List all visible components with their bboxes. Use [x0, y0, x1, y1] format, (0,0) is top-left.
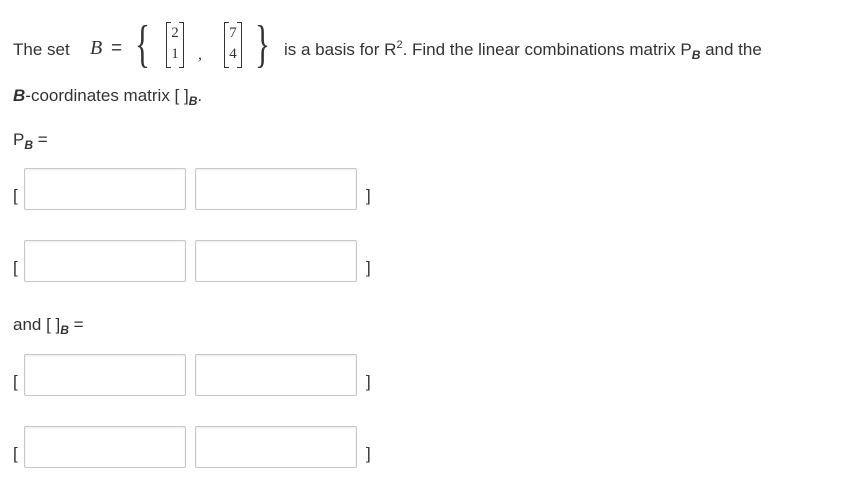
cb-row1-col2-input[interactable]	[195, 354, 357, 396]
cb-row2-close-bracket: ]	[366, 444, 371, 463]
cb-row2-open-bracket: [	[13, 444, 18, 463]
pb-row1-col1-input[interactable]	[24, 168, 186, 210]
right-brace-icon: }	[254, 16, 270, 73]
cb-row1-close-bracket: ]	[366, 372, 371, 391]
pb-row2-col1-input[interactable]	[24, 240, 186, 282]
vector-separator: ,	[198, 46, 202, 63]
question-line-2: B-coordinates matrix [ ]B.	[13, 86, 203, 108]
pb-row2-close-bracket: ]	[366, 258, 371, 277]
vector1-entry-1: 2	[171, 25, 179, 41]
set-symbol: B	[90, 37, 103, 59]
question-basis-text: is a basis for R2. Find the linear combi…	[284, 39, 762, 62]
vector2-entry-1: 7	[229, 25, 237, 41]
cb-row2-col2-input[interactable]	[195, 426, 357, 468]
pb-row1-col2-input[interactable]	[195, 168, 357, 210]
question-prefix: The set	[13, 40, 70, 59]
cb-row1-col1-input[interactable]	[24, 354, 186, 396]
pb-row1-close-bracket: ]	[366, 186, 371, 205]
cb-row2-col1-input[interactable]	[24, 426, 186, 468]
pb-label: PB =	[13, 130, 48, 152]
left-brace-icon: {	[134, 16, 150, 73]
vector1-entry-2: 1	[171, 46, 179, 62]
set-equals: =	[111, 38, 123, 59]
pb-row1-open-bracket: [	[13, 186, 18, 205]
coord-label: and [ ]B =	[13, 315, 84, 337]
basis-vector-2: 7 4	[224, 22, 242, 68]
pb-row2-col2-input[interactable]	[195, 240, 357, 282]
cb-row1-open-bracket: [	[13, 372, 18, 391]
pb-row2-open-bracket: [	[13, 258, 18, 277]
basis-vector-1: 2 1	[166, 22, 184, 68]
vector2-entry-2: 4	[229, 46, 237, 62]
